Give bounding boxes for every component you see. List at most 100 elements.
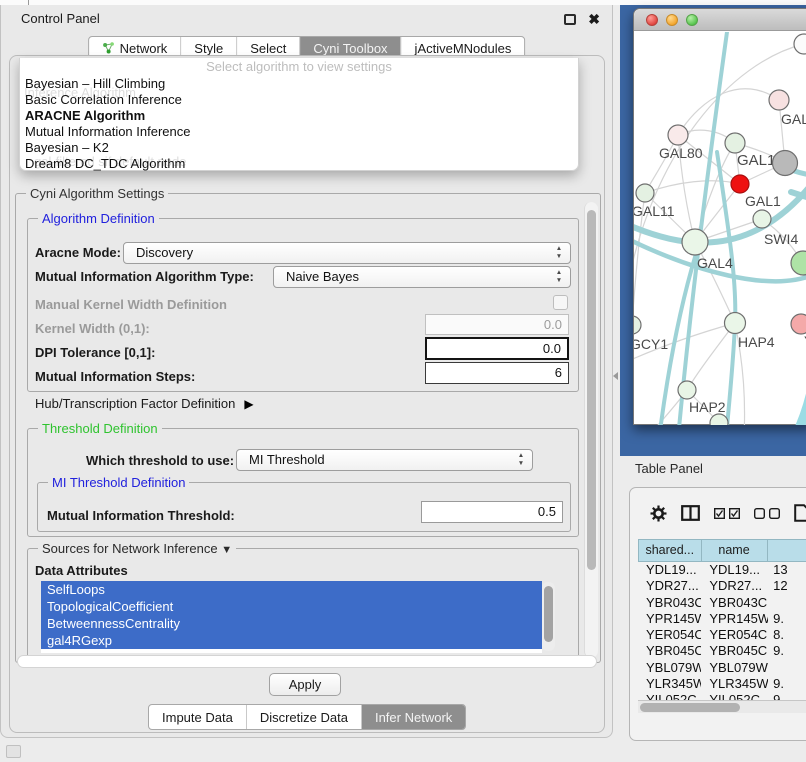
node-swi4[interactable]: [753, 210, 771, 228]
manual-kernel-checkbox[interactable]: [553, 295, 568, 310]
table-cell: YLR345W: [701, 676, 768, 692]
table-cell: YER054C: [638, 627, 701, 643]
tab-label: Discretize Data: [260, 710, 348, 725]
node-label-gcy1: GCY1: [634, 336, 668, 352]
algorithm-dropdown-prompt: Select algorithm to view settings: [20, 58, 578, 76]
unchecked-pair-icon[interactable]: [754, 508, 780, 519]
columns-icon[interactable]: [681, 505, 700, 521]
network-graph: GALGAL80GAL10GAL1GAL11SWI4GAL4GCY1HAP4YH…: [634, 32, 806, 425]
node-gal1[interactable]: [731, 175, 749, 193]
settings-horizontal-scrollbar[interactable]: [17, 655, 597, 668]
table-toolbar: [630, 488, 806, 538]
table-row[interactable]: YLR345WYLR345W9.: [638, 676, 806, 692]
table-cell: YBR045C: [638, 643, 701, 659]
table-cell: 8.: [768, 627, 806, 643]
algorithm-option-bayesian-hill-climbing[interactable]: Bayesian – Hill Climbing: [20, 76, 578, 92]
bottom-tab-bar: Impute Data Discretize Data Infer Network: [148, 704, 466, 730]
attribute-item-topologicalcoefficient[interactable]: TopologicalCoefficient: [41, 598, 542, 615]
hub-definition-toggle[interactable]: Hub/Transcription Factor Definition▶: [35, 396, 254, 411]
close-traffic-light-icon[interactable]: [646, 14, 658, 26]
algorithm-option-bayesian-k2[interactable]: Bayesian – K2: [20, 140, 578, 156]
node-gal4[interactable]: [682, 229, 708, 255]
algorithm-dropdown-list: Bayesian – Hill ClimbingBasic Correlatio…: [20, 76, 578, 172]
network-icon: [102, 41, 115, 55]
table-hscrollbar-thumb[interactable]: [640, 703, 740, 712]
node-y[interactable]: [791, 314, 806, 334]
mi-type-value: Naive Bayes: [286, 269, 359, 284]
which-threshold-select[interactable]: MI Threshold ▲▼: [236, 449, 533, 471]
tab-infer-network[interactable]: Infer Network: [362, 705, 465, 729]
table-row[interactable]: YDL19...YDL19...13: [638, 562, 806, 578]
apply-button[interactable]: Apply: [269, 673, 341, 696]
tab-impute-data[interactable]: Impute Data: [149, 705, 247, 729]
aracne-mode-value: Discovery: [136, 245, 193, 260]
table-row[interactable]: YDR27...YDR27...12: [638, 578, 806, 594]
table-row[interactable]: YBL079WYBL079W: [638, 660, 806, 676]
node-gcy1[interactable]: [634, 316, 641, 334]
column-header-shared[interactable]: shared...: [639, 540, 702, 561]
tab-label: jActiveMNodules: [415, 41, 512, 56]
mi-steps-field[interactable]: 6: [425, 362, 569, 384]
node-gal80[interactable]: [668, 125, 688, 145]
close-icon[interactable]: ✖: [588, 10, 600, 28]
control-panel-window: Control Panel ✖ NetworkStyleSelectCyni T…: [0, 5, 613, 738]
document-icon[interactable]: [794, 504, 806, 522]
node-hap4[interactable]: [725, 313, 746, 334]
network-canvas[interactable]: GALGAL80GAL10GAL1GAL11SWI4GAL4GCY1HAP4YH…: [634, 32, 806, 425]
settings-vscrollbar-thumb[interactable]: [587, 210, 596, 570]
cyni-algorithm-settings-legend: Cyni Algorithm Settings: [26, 186, 168, 201]
table-cell: YDL19...: [638, 562, 701, 578]
column-header-name[interactable]: name: [702, 540, 768, 561]
node-unlabeled[interactable]: [773, 151, 798, 176]
mi-type-label: Mutual Information Algorithm Type:: [35, 269, 254, 284]
attribute-item-gal4rgexp[interactable]: gal4RGexp: [41, 632, 542, 649]
algorithm-option-basic-correlation-inference[interactable]: Basic Correlation Inference: [20, 92, 578, 108]
table-cell: [768, 595, 806, 611]
mi-threshold-field[interactable]: 0.5: [421, 501, 563, 523]
node-gal[interactable]: [769, 90, 789, 110]
algorithm-option-aracne-algorithm[interactable]: ARACNE Algorithm: [20, 108, 578, 124]
tab-label: Network: [120, 41, 168, 56]
tab-discretize-data[interactable]: Discretize Data: [247, 705, 362, 729]
aracne-mode-select[interactable]: Discovery ▲▼: [123, 242, 571, 264]
node-hap2[interactable]: [678, 381, 696, 399]
float-window-icon[interactable]: [564, 14, 576, 25]
table-row[interactable]: YBR045CYBR045C9.: [638, 643, 806, 659]
settings-vertical-scrollbar[interactable]: [584, 202, 598, 658]
column-header-extra[interactable]: [768, 540, 806, 561]
table-row[interactable]: YBR043CYBR043C: [638, 595, 806, 611]
bottom-dock-icon[interactable]: [6, 745, 21, 758]
table-cell: YER054C: [701, 627, 768, 643]
table-body: YDL19...YDL19...13YDR27...YDR27...12YBR0…: [638, 562, 806, 709]
attributes-vscrollbar-thumb[interactable]: [544, 586, 553, 642]
attribute-item-selfloops[interactable]: SelfLoops: [41, 581, 542, 598]
attribute-item-betweennesscentrality[interactable]: BetweennessCentrality: [41, 615, 542, 632]
checked-pair-icon[interactable]: [714, 508, 740, 519]
gear-icon[interactable]: [650, 505, 667, 522]
dpi-tolerance-label: DPI Tolerance [0,1]:: [35, 345, 155, 360]
table-row[interactable]: YPR145WYPR145W9.: [638, 611, 806, 627]
table-cell: 9.: [768, 643, 806, 659]
zoom-traffic-light-icon[interactable]: [686, 14, 698, 26]
algorithm-option-dream8-dc-tdc-algorithm[interactable]: Dream8 DC_TDC Algorithm: [20, 156, 578, 172]
attributes-vertical-scrollbar[interactable]: [542, 582, 555, 651]
minimize-traffic-light-icon[interactable]: [666, 14, 678, 26]
mi-type-select[interactable]: Naive Bayes ▲▼: [273, 266, 571, 288]
table-cell: YLR345W: [638, 676, 701, 692]
table-cell: YPR145W: [701, 611, 768, 627]
table-row[interactable]: YER054CYER054C8.: [638, 627, 806, 643]
node-gal10[interactable]: [725, 133, 745, 153]
node-gal11[interactable]: [636, 184, 654, 202]
kernel-width-field[interactable]: 0.0: [425, 314, 569, 335]
node-unlabeled[interactable]: [794, 34, 806, 54]
splitter-collapse-icon[interactable]: [613, 372, 618, 380]
dpi-tolerance-field[interactable]: 0.0: [425, 337, 569, 360]
sources-legend[interactable]: Sources for Network Inference ▼: [38, 541, 236, 556]
node-unlabeled[interactable]: [791, 251, 806, 275]
algorithm-option-mutual-information-inference[interactable]: Mutual Information Inference: [20, 124, 578, 140]
table-horizontal-scrollbar[interactable]: [638, 700, 806, 713]
node-label-gal: GAL: [781, 111, 806, 127]
table-cell: YPR145W: [638, 611, 701, 627]
tab-label: Infer Network: [375, 710, 452, 725]
algorithm-definition-legend: Algorithm Definition: [38, 211, 159, 226]
